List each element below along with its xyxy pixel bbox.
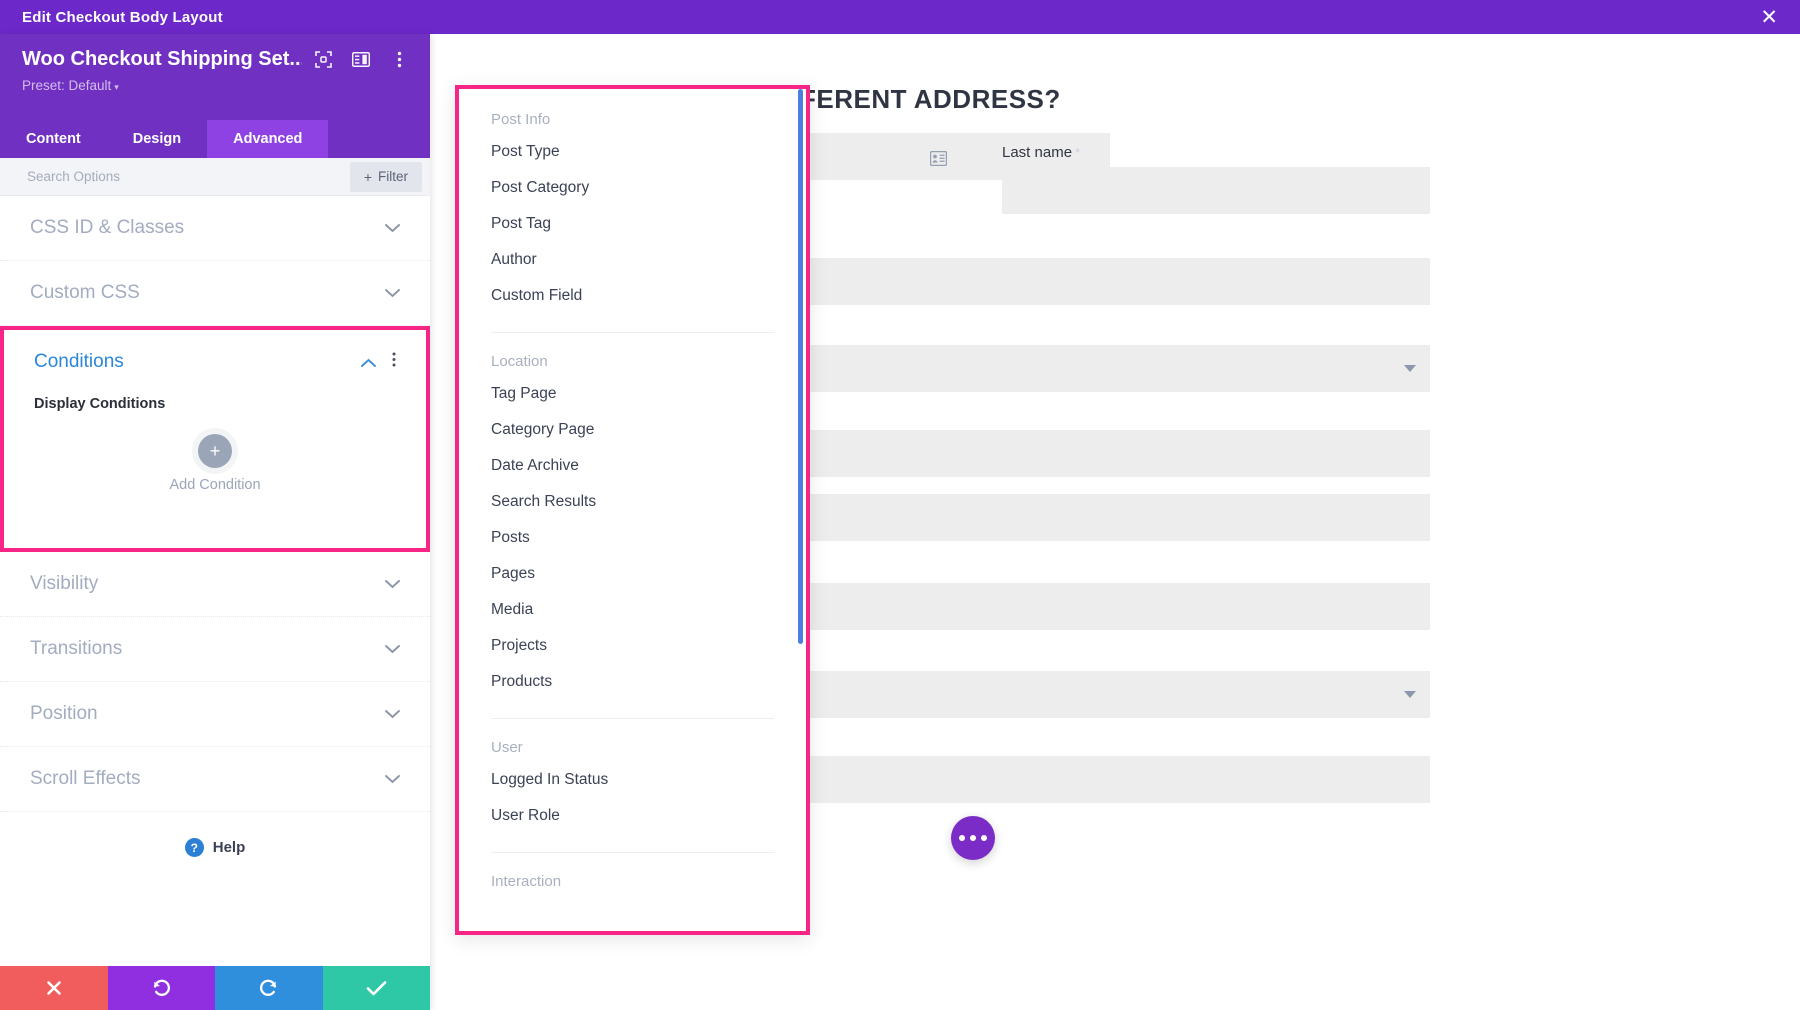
dropdown-item-logged-in-status[interactable]: Logged In Status bbox=[459, 762, 806, 798]
dropdown-divider bbox=[491, 852, 774, 853]
sidebar-item-custom-css[interactable]: Custom CSS bbox=[0, 261, 430, 326]
section-label: Scroll Effects bbox=[30, 768, 141, 790]
panel-action-bar bbox=[0, 966, 430, 1010]
close-icon[interactable]: ✕ bbox=[1760, 7, 1800, 28]
conditions-section-slot: Conditions bbox=[0, 326, 430, 552]
dropdown-item-post-type[interactable]: Post Type bbox=[459, 134, 806, 170]
tab-advanced[interactable]: Advanced bbox=[207, 120, 328, 158]
section-label: Position bbox=[30, 703, 98, 725]
search-bar: + Filter bbox=[0, 158, 430, 196]
filter-label: Filter bbox=[378, 169, 408, 184]
filter-button[interactable]: + Filter bbox=[350, 162, 422, 192]
help-label: Help bbox=[213, 839, 246, 856]
dropdown-item-products[interactable]: Products bbox=[459, 664, 806, 700]
module-settings-panel: Woo Checkout Shipping Set... bbox=[0, 34, 430, 1010]
add-condition-label: Add Condition bbox=[34, 477, 396, 493]
conditions-more-vertical-icon[interactable] bbox=[392, 352, 396, 372]
tab-content[interactable]: Content bbox=[0, 120, 107, 158]
chevron-down-icon[interactable] bbox=[385, 710, 400, 719]
fab-dot bbox=[970, 835, 976, 841]
more-vertical-icon[interactable] bbox=[390, 51, 408, 69]
dropdown-item-post-category[interactable]: Post Category bbox=[459, 170, 806, 206]
add-condition-button[interactable]: + bbox=[198, 434, 232, 468]
condition-type-dropdown[interactable]: Post Info Post Type Post Category Post T… bbox=[455, 85, 810, 935]
dropdown-item-user-role[interactable]: User Role bbox=[459, 798, 806, 834]
sidebar-item-css-id-classes[interactable]: CSS ID & Classes bbox=[0, 196, 430, 261]
settings-accordion: CSS ID & Classes Custom CSS Conditions bbox=[0, 196, 430, 857]
conditions-header[interactable]: Conditions bbox=[4, 330, 426, 394]
section-label: Transitions bbox=[30, 638, 122, 660]
search-input[interactable] bbox=[0, 169, 350, 184]
chevron-down-icon: ▾ bbox=[114, 82, 119, 92]
undo-button[interactable] bbox=[108, 966, 216, 1010]
dropdown-item-category-page[interactable]: Category Page bbox=[459, 412, 806, 448]
dropdown-item-pages[interactable]: Pages bbox=[459, 556, 806, 592]
dropdown-item-media[interactable]: Media bbox=[459, 592, 806, 628]
preset-label: Preset: Default bbox=[22, 78, 111, 93]
dropdown-scroll-area: Post Info Post Type Post Category Post T… bbox=[459, 89, 806, 931]
dropdown-divider bbox=[491, 332, 774, 333]
cancel-button[interactable] bbox=[0, 966, 108, 1010]
conditions-body: Display Conditions + Add Condition bbox=[4, 396, 426, 523]
layout-panel-icon[interactable] bbox=[352, 51, 370, 69]
panel-header: Woo Checkout Shipping Set... bbox=[0, 34, 430, 120]
help-link[interactable]: ? Help bbox=[0, 812, 430, 857]
required-marker: * bbox=[1075, 145, 1080, 160]
section-label: Custom CSS bbox=[30, 282, 140, 304]
checkout-section-heading: FERENT ADDRESS? bbox=[800, 84, 1061, 115]
chevron-down-icon[interactable] bbox=[385, 289, 400, 298]
fab-dot bbox=[981, 835, 987, 841]
dropdown-item-post-tag[interactable]: Post Tag bbox=[459, 206, 806, 242]
preset-selector[interactable]: Preset: Default▾ bbox=[22, 78, 408, 93]
dropdown-group-title-user: User bbox=[459, 739, 806, 756]
more-options-fab[interactable] bbox=[951, 816, 995, 860]
conditions-title: Conditions bbox=[34, 351, 124, 373]
redo-button[interactable] bbox=[215, 966, 323, 1010]
app-top-bar: Edit Checkout Body Layout ✕ bbox=[0, 0, 1800, 34]
plus-icon: + bbox=[364, 169, 372, 185]
chevron-up-icon[interactable] bbox=[361, 358, 376, 367]
add-condition-block: + Add Condition bbox=[34, 434, 396, 493]
module-title: Woo Checkout Shipping Set... bbox=[22, 48, 302, 71]
last-name-label: Last name* bbox=[1002, 144, 1080, 161]
dropdown-scrollbar[interactable] bbox=[798, 89, 803, 644]
dropdown-divider bbox=[491, 718, 774, 719]
conditions-section-highlight: Conditions bbox=[0, 326, 430, 552]
sidebar-item-position[interactable]: Position bbox=[0, 682, 430, 747]
dropdown-group-title-interaction: Interaction bbox=[459, 873, 806, 890]
dropdown-item-custom-field[interactable]: Custom Field bbox=[459, 278, 806, 314]
chevron-down-icon[interactable] bbox=[1404, 365, 1416, 372]
save-button[interactable] bbox=[323, 966, 431, 1010]
tab-design[interactable]: Design bbox=[107, 120, 207, 158]
chevron-down-icon[interactable] bbox=[385, 580, 400, 589]
chevron-down-icon[interactable] bbox=[385, 224, 400, 233]
chevron-down-icon[interactable] bbox=[1404, 691, 1416, 698]
focus-icon[interactable] bbox=[314, 51, 332, 69]
chevron-down-icon[interactable] bbox=[385, 775, 400, 784]
dropdown-item-date-archive[interactable]: Date Archive bbox=[459, 448, 806, 484]
section-label: CSS ID & Classes bbox=[30, 217, 184, 239]
section-label: Visibility bbox=[30, 573, 98, 595]
help-icon: ? bbox=[185, 838, 204, 857]
dropdown-item-search-results[interactable]: Search Results bbox=[459, 484, 806, 520]
dropdown-item-projects[interactable]: Projects bbox=[459, 628, 806, 664]
settings-tabs: Content Design Advanced bbox=[0, 120, 430, 158]
dropdown-group-title-post-info: Post Info bbox=[459, 111, 806, 128]
dropdown-item-tag-page[interactable]: Tag Page bbox=[459, 376, 806, 412]
tabs-spacer bbox=[328, 120, 430, 158]
sidebar-item-scroll-effects[interactable]: Scroll Effects bbox=[0, 747, 430, 812]
sidebar-item-visibility[interactable]: Visibility bbox=[0, 552, 430, 617]
contact-card-icon[interactable] bbox=[930, 151, 947, 166]
chevron-down-icon[interactable] bbox=[385, 645, 400, 654]
dropdown-item-author[interactable]: Author bbox=[459, 242, 806, 278]
page-title: Edit Checkout Body Layout bbox=[0, 9, 223, 26]
dropdown-item-posts[interactable]: Posts bbox=[459, 520, 806, 556]
display-conditions-label: Display Conditions bbox=[34, 396, 396, 412]
dropdown-group-title-location: Location bbox=[459, 353, 806, 370]
fab-dot bbox=[959, 835, 965, 841]
sidebar-item-transitions[interactable]: Transitions bbox=[0, 617, 430, 682]
last-name-field[interactable] bbox=[1002, 167, 1430, 214]
